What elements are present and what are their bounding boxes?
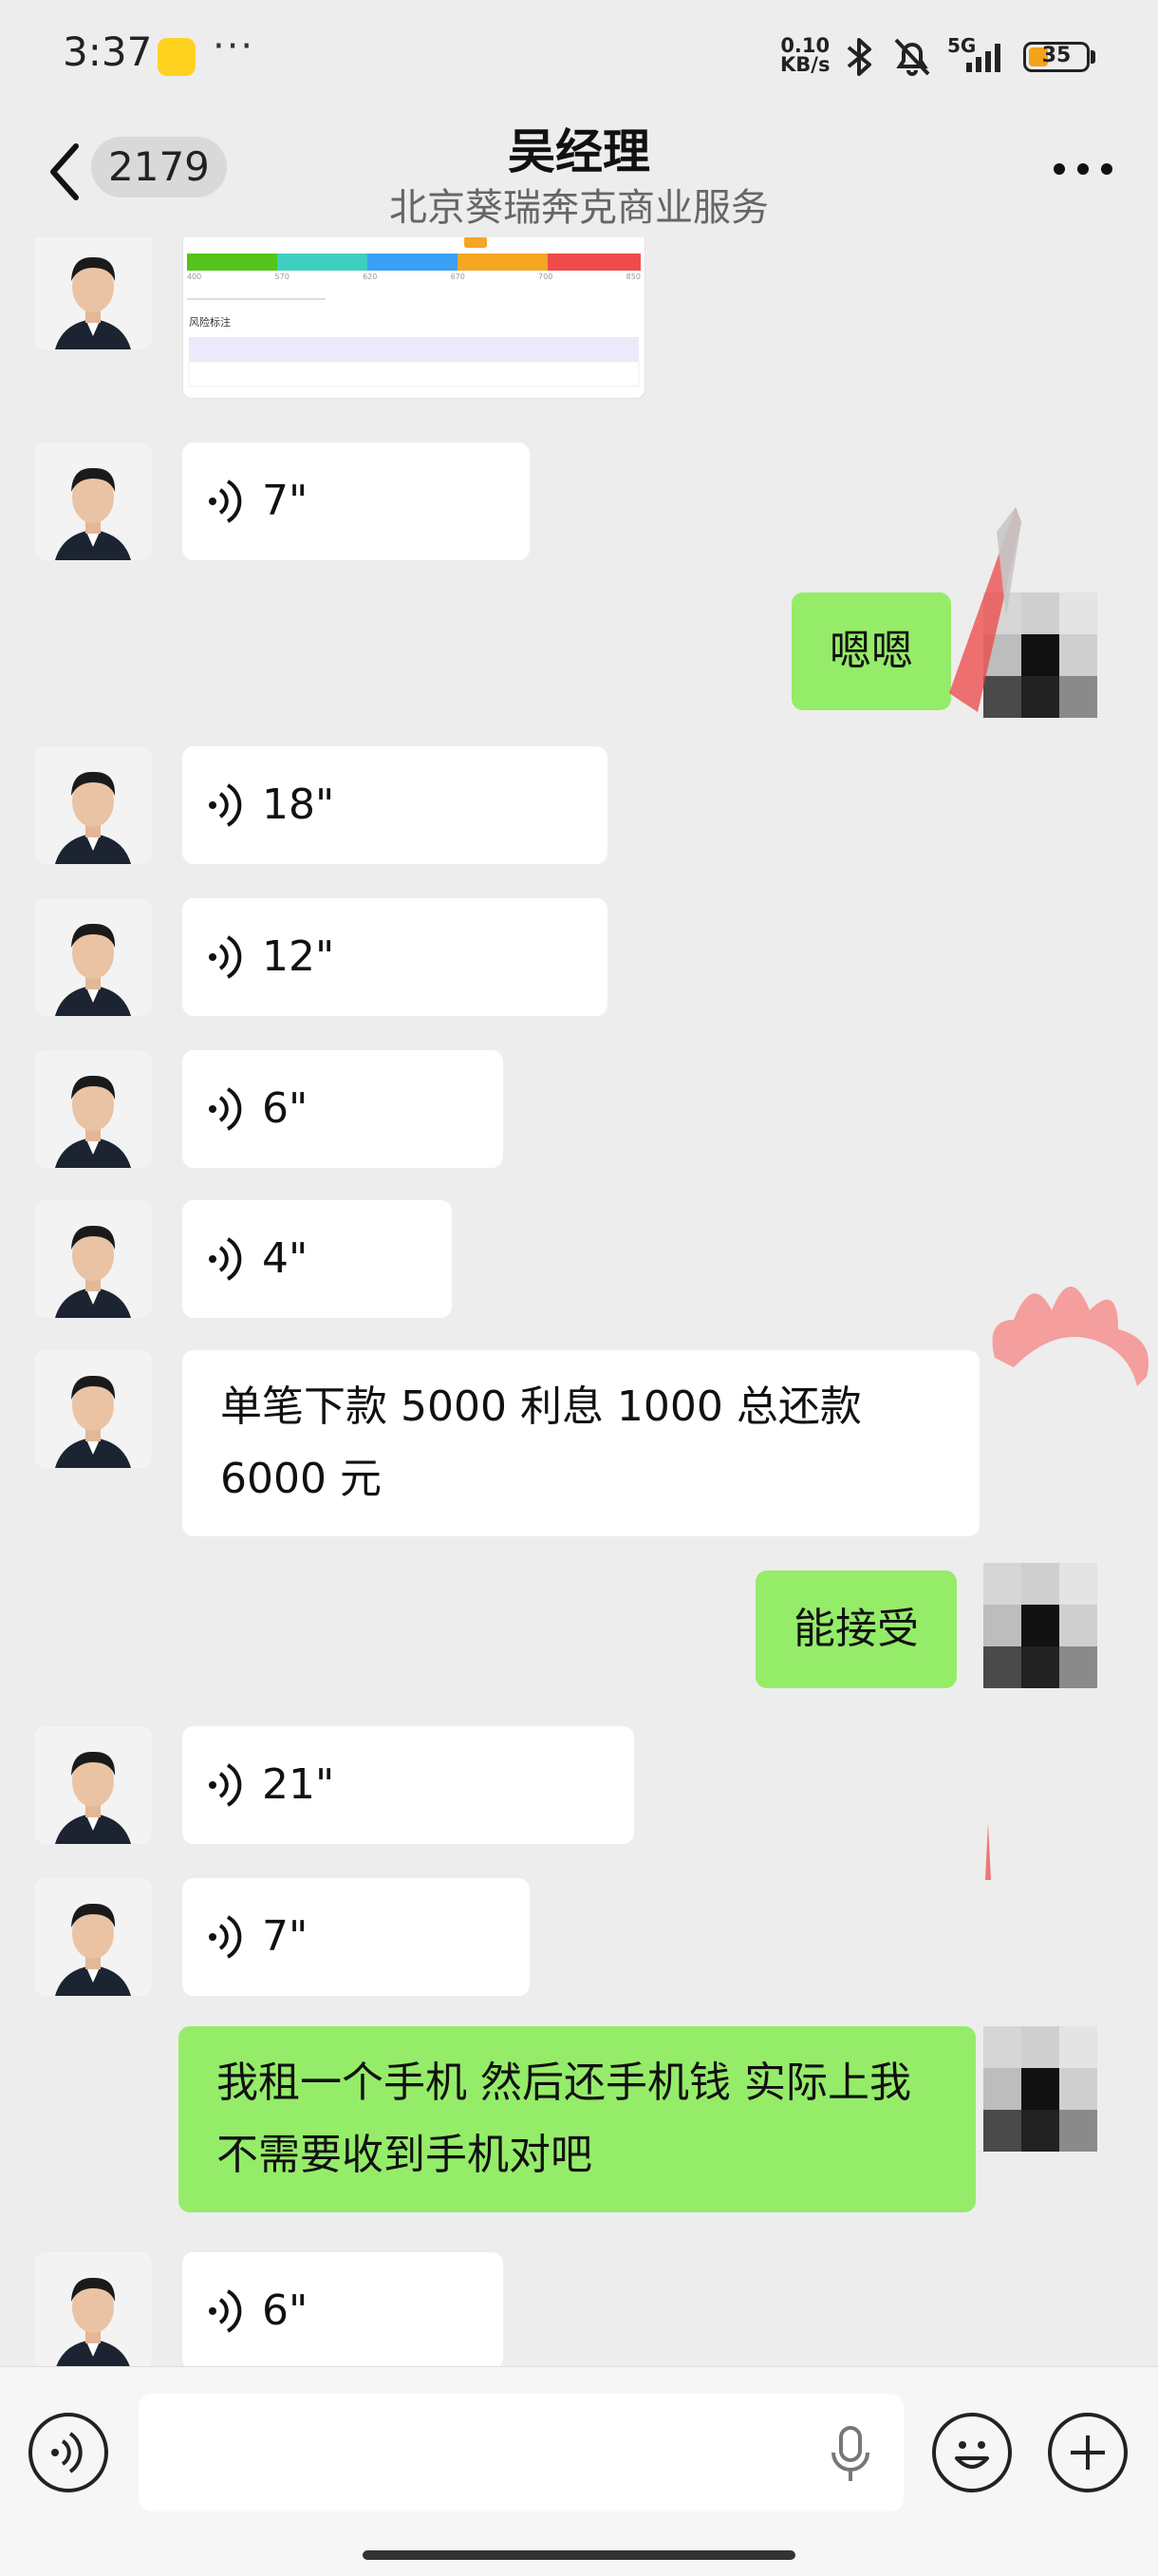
contact-avatar[interactable] [34,746,152,864]
microphone-icon[interactable] [824,2424,877,2485]
plus-icon [1071,2435,1105,2470]
voice-duration: 12" [262,932,335,981]
scale-tick: 400 [187,273,202,281]
voice-wave-icon [209,479,242,523]
scale-tick: 570 [274,273,290,281]
message-voice: 7" [0,1878,1158,1996]
voice-bubble[interactable]: 4" [182,1200,452,1318]
battery-level: 35 [1041,44,1072,67]
message-text: 能接受 [794,1605,919,1653]
decorative-doodle [949,507,1021,712]
home-indicator[interactable] [363,2550,795,2560]
smiley-icon [955,2441,989,2469]
voice-wave-icon [209,1087,242,1131]
decorative-doodle [992,1287,1149,1386]
message-text: 我租一个手机 然后还手机钱 实际上我不需要收到手机对吧 [216,2059,911,2179]
voice-bubble[interactable]: 7" [182,442,530,560]
contact-avatar[interactable] [34,442,152,560]
chat-message-list[interactable]: 400 570 620 670 700 850 风险标注 7" 嗯嗯 18" 1… [0,237,1158,2366]
message-text: 单笔下款 5000 利息 1000 总还款 6000 元 [220,1382,862,1503]
voice-wave-icon [209,783,242,827]
more-options-icon[interactable] [1050,150,1116,188]
message-image: 400 570 620 670 700 850 风险标注 [0,237,1158,408]
voice-duration: 21" [262,1760,335,1809]
mute-bell-icon [894,38,930,76]
message-text-outgoing: 我租一个手机 然后还手机钱 实际上我不需要收到手机对吧 [0,2026,1158,2216]
emoji-button[interactable] [932,2413,1012,2492]
message-voice: 12" [0,898,1158,1016]
voice-duration: 7" [262,477,308,525]
contact-avatar[interactable] [34,898,152,1016]
text-bubble[interactable]: 我租一个手机 然后还手机钱 实际上我不需要收到手机对吧 [178,2026,976,2212]
contact-avatar[interactable] [34,237,152,349]
voice-bubble[interactable]: 6" [182,2252,503,2366]
voice-wave-icon [209,935,242,979]
voice-duration: 6" [262,1084,308,1133]
text-bubble[interactable]: 嗯嗯 [792,592,951,710]
voice-mode-button[interactable] [28,2413,108,2492]
voice-bubble[interactable]: 18" [182,746,607,864]
message-text-outgoing: 能接受 [0,1563,1158,1688]
contact-avatar[interactable] [34,1350,152,1468]
contact-avatar[interactable] [34,1050,152,1168]
message-input[interactable] [139,2394,904,2511]
scale-tick: 850 [626,273,641,281]
voice-bubble[interactable]: 12" [182,898,607,1016]
app-notification-icon [158,38,196,76]
voice-bubble[interactable]: 7" [182,1878,530,1996]
signal-icon [966,44,1000,72]
status-time: 3:37 [63,28,153,75]
my-avatar[interactable] [983,2026,1097,2152]
voice-duration: 4" [262,1234,308,1283]
bluetooth-icon [847,38,871,76]
my-avatar[interactable] [983,1563,1097,1688]
scale-tick: 620 [363,273,378,281]
voice-wave-icon [209,1237,242,1281]
contact-avatar[interactable] [34,1878,152,1996]
scale-tick: 700 [538,273,553,281]
voice-wave-icon [209,2289,242,2333]
voice-duration: 6" [262,2286,308,2335]
network-speed-value: 0.10 [780,34,831,57]
decorative-doodle [985,1823,991,1880]
voice-bubble[interactable]: 6" [182,1050,503,1168]
add-more-button[interactable] [1048,2413,1128,2492]
more-notifications-icon: ··· [213,25,255,68]
contact-avatar[interactable] [34,2252,152,2366]
network-speed-unit: KB/s [780,53,831,76]
voice-duration: 7" [262,1912,308,1961]
text-bubble[interactable]: 单笔下款 5000 利息 1000 总还款 6000 元 [182,1350,980,1536]
battery-icon: 35 [1023,42,1090,72]
status-bar: 3:37 ··· 0.10 KB/s 5G 35 [0,0,1158,104]
scale-tick: 670 [450,273,465,281]
message-text: 嗯嗯 [830,627,913,675]
voice-duration: 18" [262,780,335,829]
voice-wave-icon [209,1763,242,1807]
report-scale-ticks: 400 570 620 670 700 850 [187,273,641,281]
input-bar [0,2366,1158,2576]
chat-title: 吴经理 [508,124,650,179]
shared-report-image[interactable]: 400 570 620 670 700 850 风险标注 [182,237,645,399]
message-voice: 6" [0,2252,1158,2366]
voice-wave-icon [209,1915,242,1959]
network-speed: 0.10 KB/s [780,34,831,76]
text-bubble[interactable]: 能接受 [756,1570,957,1688]
chat-subtitle: 北京葵瑞奔克商业服务 [389,186,769,230]
voice-bubble[interactable]: 21" [182,1726,634,1844]
contact-avatar[interactable] [34,1726,152,1844]
report-section-title: 风险标注 [189,316,231,329]
message-voice: 6" [0,1050,1158,1168]
message-voice: 18" [0,746,1158,864]
contact-avatar[interactable] [34,1200,152,1318]
voice-wave-icon [51,2432,83,2473]
chat-header: 2179 吴经理 北京葵瑞奔克商业服务 [0,104,1158,237]
battery-tip [1091,50,1095,64]
